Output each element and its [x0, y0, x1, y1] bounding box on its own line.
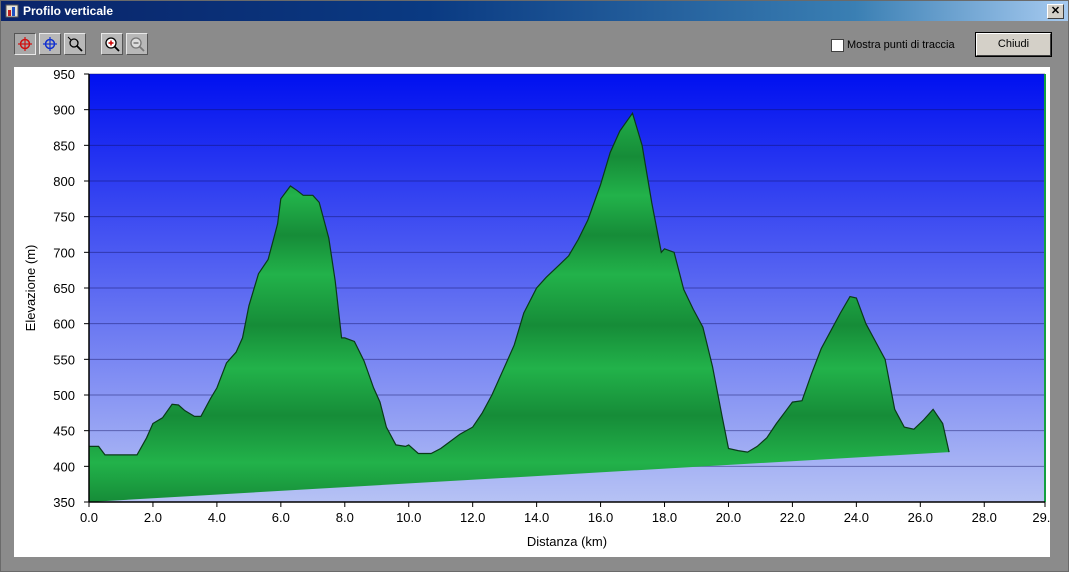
zoom-out-icon — [130, 37, 145, 52]
toolbar: Mostra punti di traccia Chiudi — [1, 22, 1068, 66]
x-tick-label: 26.0 — [908, 510, 933, 525]
zoom-area-icon — [67, 36, 83, 52]
window-title: Profilo verticale — [23, 4, 114, 18]
y-tick-label: 850 — [53, 138, 75, 153]
y-axis-label: Elevazione (m) — [23, 245, 38, 332]
close-icon[interactable]: ✕ — [1047, 4, 1064, 19]
profile-window: Profilo verticale ✕ Mostra punti di trac… — [0, 0, 1069, 572]
crosshair-blue-icon — [43, 37, 57, 51]
x-tick-label: 12.0 — [460, 510, 485, 525]
y-tick-label: 400 — [53, 459, 75, 474]
y-tick-label: 350 — [53, 495, 75, 510]
x-tick-label: 20.0 — [716, 510, 741, 525]
x-tick-label: 29.9 — [1032, 510, 1050, 525]
y-tick-label: 950 — [53, 67, 75, 82]
x-tick-label: 8.0 — [336, 510, 354, 525]
y-tick-label: 650 — [53, 281, 75, 296]
zoom-in-icon — [105, 37, 120, 52]
y-tick-label: 450 — [53, 424, 75, 439]
y-tick-label: 500 — [53, 388, 75, 403]
y-tick-label: 550 — [53, 352, 75, 367]
x-tick-label: 4.0 — [208, 510, 226, 525]
chart-panel: 350 400 450 500 550 600 650 700 750 800 850 900 950 0… — [14, 67, 1058, 557]
title-bar: Profilo verticale ✕ — [1, 1, 1068, 21]
zoom-area-tool-button[interactable] — [64, 33, 86, 55]
crosshair-blue-tool-button[interactable] — [39, 33, 61, 55]
show-track-points-label: Mostra punti di traccia — [847, 39, 955, 51]
y-tick-label: 800 — [53, 174, 75, 189]
x-tick-label: 28.0 — [972, 510, 997, 525]
crosshair-red-icon — [18, 37, 32, 51]
x-tick-label: 16.0 — [588, 510, 613, 525]
elevation-profile-chart: 350 400 450 500 550 600 650 700 750 800 850 900 950 0… — [23, 67, 1058, 549]
x-tick-label: 10.0 — [396, 510, 421, 525]
x-tick-label: 18.0 — [652, 510, 677, 525]
y-tick-label: 700 — [53, 245, 75, 260]
x-tick-label: 22.0 — [780, 510, 805, 525]
zoom-in-button[interactable] — [101, 33, 123, 55]
show-track-points-checkbox[interactable] — [831, 39, 844, 52]
app-icon — [5, 4, 19, 18]
zoom-out-button[interactable] — [126, 33, 148, 55]
x-tick-label: 0.0 — [80, 510, 98, 525]
x-tick-label: 14.0 — [524, 510, 549, 525]
crosshair-red-tool-button[interactable] — [14, 33, 36, 55]
x-tick-label: 24.0 — [844, 510, 869, 525]
y-tick-label: 750 — [53, 210, 75, 225]
x-tick-label: 2.0 — [144, 510, 162, 525]
y-tick-label: 600 — [53, 317, 75, 332]
x-tick-label: 6.0 — [272, 510, 290, 525]
x-axis-label: Distanza (km) — [527, 534, 607, 549]
y-tick-label: 900 — [53, 103, 75, 118]
close-button[interactable]: Chiudi — [975, 32, 1052, 57]
